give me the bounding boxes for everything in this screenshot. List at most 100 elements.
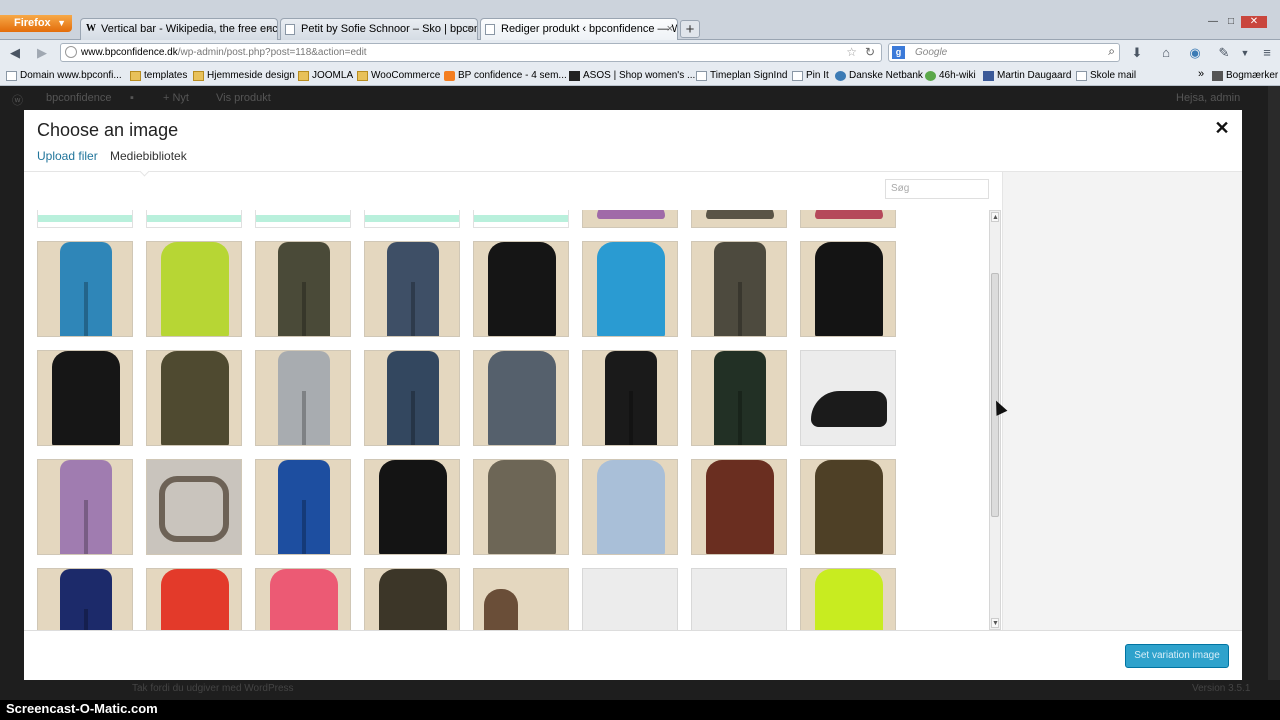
- attachment-thumbnail[interactable]: [800, 568, 896, 630]
- bookmark-item[interactable]: ASOS | Shop women's ...: [569, 68, 695, 84]
- bookmarks-menu[interactable]: Bogmærker: [1212, 68, 1278, 84]
- tab-upload-files[interactable]: Upload filer: [37, 149, 98, 163]
- bookmark-item[interactable]: BP confidence - 4 sem...: [444, 68, 567, 84]
- browser-tab-petit[interactable]: Petit by Sofie Schnoor – Sko | bpconfi..…: [280, 18, 478, 40]
- attachment-thumbnail[interactable]: [582, 459, 678, 555]
- attachment-thumbnail[interactable]: [800, 350, 896, 446]
- back-icon[interactable]: ◀: [6, 44, 24, 62]
- attachment-thumbnail[interactable]: [146, 459, 242, 555]
- thumbnail-text: TOP TEE: [256, 210, 350, 213]
- close-tab-icon[interactable]: ×: [467, 19, 473, 39]
- bookmark-label: Pin It: [806, 70, 829, 81]
- bookmark-item[interactable]: Domain www.bpconfi...: [6, 68, 122, 84]
- attachment-thumbnail[interactable]: [691, 210, 787, 228]
- bookmark-item[interactable]: Skole mail: [1076, 68, 1136, 84]
- attachment-thumbnail[interactable]: [255, 350, 351, 446]
- set-variation-image-button[interactable]: Set variation image: [1125, 644, 1229, 668]
- attachment-thumbnail[interactable]: [146, 350, 242, 446]
- attachment-thumbnail[interactable]: [473, 241, 569, 337]
- tools-icon[interactable]: ✎: [1215, 44, 1233, 62]
- reload-icon[interactable]: ↻: [865, 44, 875, 61]
- attachment-thumbnail[interactable]: TOP TEE: [473, 210, 569, 228]
- attachment-thumbnail[interactable]: TOP TEE: [364, 210, 460, 228]
- garment-image: [706, 210, 774, 219]
- attachment-thumbnail[interactable]: [364, 350, 460, 446]
- maximize-icon[interactable]: □: [1222, 16, 1240, 28]
- bookmark-item[interactable]: Danske Netbank: [835, 68, 923, 84]
- home-icon[interactable]: ⌂: [1157, 44, 1175, 62]
- attachment-thumbnail[interactable]: [691, 350, 787, 446]
- media-search-input[interactable]: Søg: [885, 179, 989, 199]
- bookmark-item[interactable]: Pin It: [792, 68, 829, 84]
- attachment-thumbnail[interactable]: [364, 568, 460, 630]
- garment-image: [815, 210, 883, 219]
- attachment-thumbnail[interactable]: [691, 459, 787, 555]
- attachment-thumbnail[interactable]: [255, 568, 351, 630]
- download-icon[interactable]: ⬇: [1128, 44, 1146, 62]
- search-bar[interactable]: g Google ⌕: [888, 43, 1120, 62]
- attachment-thumbnail[interactable]: [691, 568, 787, 630]
- bookmark-star-icon[interactable]: ☆: [846, 44, 857, 61]
- close-window-icon[interactable]: ✕: [1241, 16, 1267, 28]
- attachment-thumbnail[interactable]: [800, 459, 896, 555]
- attachment-thumbnail[interactable]: [364, 241, 460, 337]
- garment-image: [488, 242, 556, 336]
- page-scrollbar[interactable]: [1268, 86, 1280, 700]
- attachment-thumbnail[interactable]: [37, 459, 133, 555]
- close-tab-icon[interactable]: ×: [667, 19, 673, 39]
- attachment-thumbnail[interactable]: TOP TEE: [37, 210, 133, 228]
- attachments-scrollbar[interactable]: ▲ ▼: [989, 210, 1001, 630]
- attachment-thumbnail[interactable]: [473, 350, 569, 446]
- forward-icon[interactable]: ▶: [33, 44, 51, 62]
- scroll-up-icon[interactable]: ▲: [991, 212, 999, 222]
- addon-icon[interactable]: ◉: [1186, 44, 1204, 62]
- new-tab-button[interactable]: +: [680, 20, 700, 38]
- bookmark-item[interactable]: Timeplan SignInd: [696, 68, 787, 84]
- bookmark-label: Skole mail: [1090, 70, 1137, 81]
- attachment-thumbnail[interactable]: [582, 210, 678, 228]
- bookmark-item[interactable]: templates: [130, 68, 187, 84]
- attachment-thumbnail[interactable]: [37, 568, 133, 630]
- attachment-thumbnail[interactable]: [473, 568, 569, 630]
- attachment-thumbnail[interactable]: [582, 568, 678, 630]
- bookmarks-overflow-chevron-icon[interactable]: »: [1198, 68, 1204, 80]
- browser-tab-wikipedia[interactable]: W Vertical bar - Wikipedia, the free enc…: [80, 18, 278, 40]
- bookmarks-toolbar: Domain www.bpconfi... templates Hjemmesi…: [0, 65, 1280, 86]
- chevron-down-icon[interactable]: ▼: [1236, 44, 1254, 62]
- attachment-thumbnail[interactable]: [255, 241, 351, 337]
- bookmark-label: Bogmærker: [1226, 70, 1279, 81]
- google-icon[interactable]: g: [892, 46, 905, 59]
- bookmark-item[interactable]: Martin Daugaard: [983, 68, 1071, 84]
- close-icon[interactable]: ✕: [1212, 118, 1232, 139]
- attachment-thumbnail[interactable]: [582, 350, 678, 446]
- menu-icon[interactable]: ≡: [1258, 44, 1276, 62]
- close-tab-icon[interactable]: ×: [267, 19, 273, 39]
- address-bar[interactable]: www.bpconfidence.dk/wp-admin/post.php?po…: [60, 43, 882, 62]
- bookmark-item[interactable]: JOOMLA: [298, 68, 353, 84]
- minimize-icon[interactable]: —: [1204, 16, 1222, 28]
- browser-tab-rediger-produkt[interactable]: Rediger produkt ‹ bpconfidence — W... ×: [480, 18, 678, 40]
- wordpress-logo-icon: ⓦ: [12, 95, 23, 107]
- tab-media-library[interactable]: Mediebibliotek: [110, 149, 187, 163]
- attachment-thumbnail[interactable]: [800, 241, 896, 337]
- attachment-thumbnail[interactable]: [691, 241, 787, 337]
- firefox-menu-button[interactable]: Firefox ▼: [0, 15, 72, 32]
- attachment-thumbnail[interactable]: [582, 241, 678, 337]
- attachment-thumbnail[interactable]: [473, 459, 569, 555]
- scrollbar-thumb[interactable]: [991, 273, 999, 517]
- attachment-thumbnail[interactable]: [37, 241, 133, 337]
- page-icon: [1076, 71, 1087, 81]
- bookmark-item[interactable]: 46h-wiki: [925, 68, 976, 84]
- attachment-thumbnail[interactable]: [37, 350, 133, 446]
- attachment-thumbnail[interactable]: [146, 568, 242, 630]
- attachment-thumbnail[interactable]: TOP TEE: [255, 210, 351, 228]
- attachment-thumbnail[interactable]: TOP TEE: [146, 210, 242, 228]
- attachment-thumbnail[interactable]: [800, 210, 896, 228]
- bookmark-item[interactable]: WooCommerce: [357, 68, 440, 84]
- bookmark-item[interactable]: Hjemmeside design: [193, 68, 295, 84]
- attachment-thumbnail[interactable]: [146, 241, 242, 337]
- scroll-down-icon[interactable]: ▼: [991, 618, 999, 628]
- attachment-thumbnail[interactable]: [255, 459, 351, 555]
- attachment-thumbnail[interactable]: [364, 459, 460, 555]
- search-icon[interactable]: ⌕: [1108, 43, 1115, 60]
